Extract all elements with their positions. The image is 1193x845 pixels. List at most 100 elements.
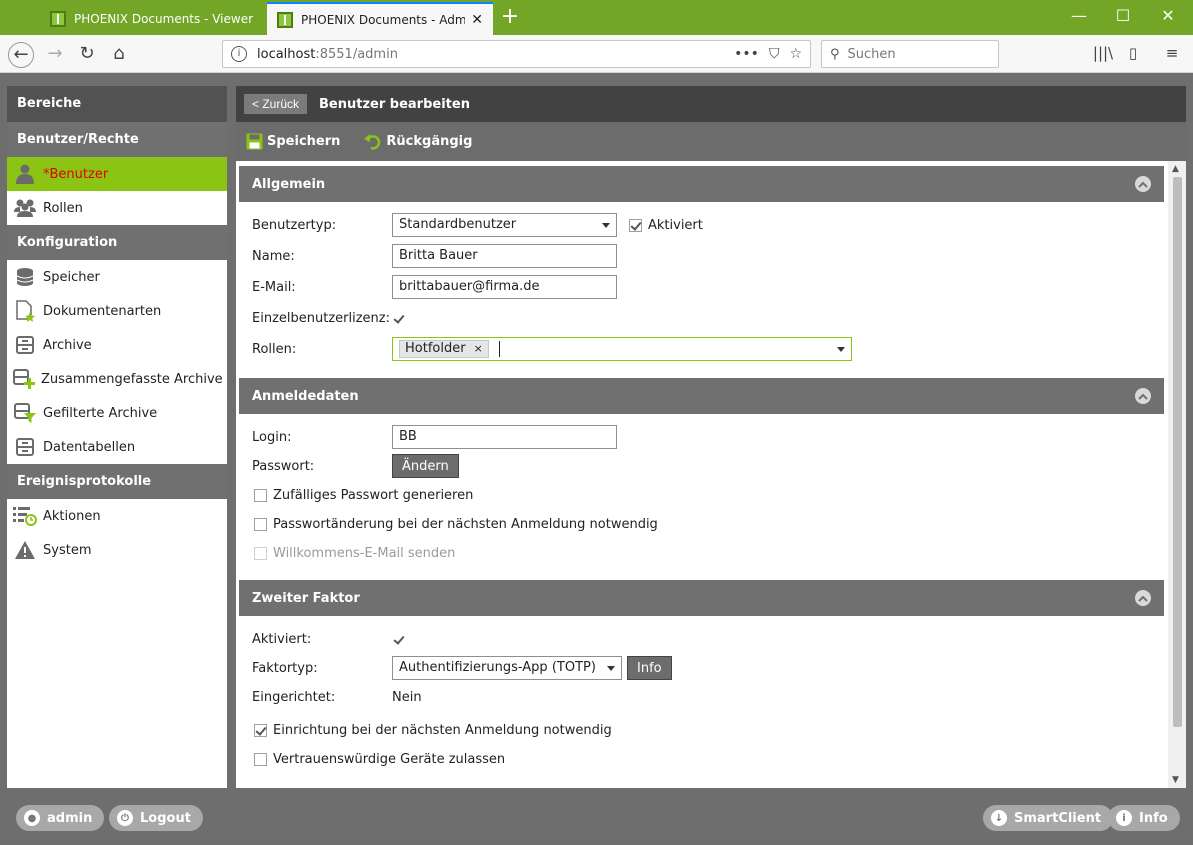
chevron-up-icon[interactable] <box>1135 590 1151 606</box>
back-button[interactable]: < Zurück <box>244 94 308 114</box>
row-email: E-Mail: brittabauer@firma.de <box>252 275 617 299</box>
minimize-icon[interactable]: — <box>1064 6 1094 25</box>
sidebar-item-datentabellen[interactable]: Datentabellen <box>7 430 227 464</box>
setup-next-checkbox[interactable] <box>254 723 267 737</box>
name-field[interactable]: Britta Bauer <box>392 244 617 268</box>
sidebar-item-archive[interactable]: Archive <box>7 328 227 362</box>
smartclient-label: SmartClient <box>1014 810 1102 826</box>
tab-title: PHOENIX Documents - Viewer <box>74 11 254 26</box>
pocket-icon[interactable]: ⛉ <box>769 46 780 62</box>
row-setup-next[interactable]: Einrichtung bei der nächsten Anmeldung n… <box>254 718 612 742</box>
scrollbar-thumb[interactable] <box>1173 177 1182 727</box>
page-title: Benutzer bearbeiten <box>319 96 470 112</box>
random-pw-checkbox[interactable] <box>254 488 267 502</box>
info-footer-button[interactable]: i Info <box>1108 805 1180 831</box>
row-welcome-mail: Willkommens-E-Mail senden <box>254 541 455 565</box>
section-title: Allgemein <box>252 176 326 192</box>
sidebar-item-system[interactable]: System <box>7 533 227 567</box>
scroll-down-icon[interactable]: ▼ <box>1172 775 1179 785</box>
change-password-button[interactable]: Ändern <box>392 454 459 478</box>
trusted-devices-checkbox[interactable] <box>254 752 267 766</box>
close-tab-icon[interactable]: ✕ <box>471 12 483 28</box>
activated-checkbox[interactable] <box>629 218 642 232</box>
sidebar-item-speicher[interactable]: Speicher <box>7 260 227 294</box>
section-header[interactable]: Allgemein <box>239 166 1164 202</box>
url-text[interactable]: localhost:8551/admin <box>257 47 724 62</box>
save-button[interactable]: Speichern <box>246 133 340 150</box>
activated-label: Aktiviert <box>648 217 703 233</box>
tab-admin[interactable]: PHOENIX Documents - Admin ✕ <box>267 2 493 35</box>
login-label: Login: <box>252 429 292 445</box>
row-pw-change[interactable]: Passwortänderung bei der nächsten Anmeld… <box>254 512 658 536</box>
smartclient-button[interactable]: ↓ SmartClient <box>983 805 1114 831</box>
dropdown-arrow-icon <box>607 666 615 671</box>
row-random-pw[interactable]: Zufälliges Passwort generieren <box>254 483 473 507</box>
tab-viewer[interactable]: PHOENIX Documents - Viewer <box>40 2 266 35</box>
section-header[interactable]: Zweiter Faktor <box>239 580 1164 616</box>
sidebar-item-dokumentenarten[interactable]: Dokumentenarten <box>7 294 227 328</box>
welcome-mail-label: Willkommens-E-Mail senden <box>273 545 456 561</box>
section-header[interactable]: Anmeldedaten <box>239 378 1164 414</box>
phoenix-favicon-icon <box>50 10 66 27</box>
factor-type-select[interactable]: Authentifizierungs-App (TOTP) <box>392 656 622 680</box>
archive-filter-icon <box>13 402 37 424</box>
sidebar-item-benutzer[interactable]: *Benutzer <box>7 157 227 191</box>
usertype-select[interactable]: Standardbenutzer <box>392 213 617 237</box>
site-info-icon[interactable]: i <box>231 46 247 62</box>
save-icon <box>246 133 263 150</box>
url-bar[interactable]: i localhost:8551/admin ••• ⛉ ☆ <box>222 40 811 68</box>
remove-tag-icon[interactable]: × <box>474 341 483 357</box>
trusted-devices-label: Vertrauenswürdige Geräte zulassen <box>273 751 506 767</box>
forward-arrow-icon[interactable]: → <box>42 42 68 68</box>
info-button[interactable]: Info <box>627 656 672 680</box>
close-window-icon[interactable]: ✕ <box>1153 6 1183 25</box>
user-button[interactable]: ● admin <box>16 805 105 831</box>
sidebar-item-label: Archive <box>43 337 92 353</box>
reload-icon[interactable]: ↻ <box>74 42 100 68</box>
bookmark-star-icon[interactable]: ☆ <box>789 46 802 62</box>
home-icon[interactable]: ⌂ <box>106 42 132 68</box>
menu-hamburger-icon[interactable]: ≡ <box>1161 44 1183 62</box>
roles-label: Rollen: <box>252 341 297 357</box>
activated-checkbox-wrap[interactable]: Aktiviert <box>629 218 703 233</box>
sidebar-item-zusammengefasste-archive[interactable]: Zusammengefasste Archive <box>7 362 227 396</box>
back-arrow-icon[interactable]: ← <box>8 42 34 68</box>
info-label: Info <box>1139 810 1168 826</box>
page-actions-icon[interactable]: ••• <box>734 46 759 62</box>
setup-value: Nein <box>392 689 422 705</box>
vertical-scrollbar[interactable]: ▲ ▼ <box>1168 161 1186 788</box>
search-bar[interactable]: ⚲ Suchen <box>821 40 999 68</box>
pw-change-checkbox[interactable] <box>254 517 267 531</box>
undo-icon <box>364 134 381 150</box>
sidebar-item-aktionen[interactable]: Aktionen <box>7 499 227 533</box>
sidebar-item-label: Rollen <box>43 200 83 216</box>
logout-button[interactable]: ⏻ Logout <box>109 805 203 831</box>
sidebar-item-gefilterte-archive[interactable]: Gefilterte Archive <box>7 396 227 430</box>
maximize-icon[interactable]: ☐ <box>1108 6 1138 25</box>
library-icon[interactable]: |||\ <box>1092 44 1114 62</box>
password-label: Passwort: <box>252 458 315 474</box>
chevron-up-icon[interactable] <box>1135 388 1151 404</box>
setup-next-label: Einrichtung bei der nächsten Anmeldung n… <box>273 722 612 738</box>
section-title: Zweiter Faktor <box>252 590 360 606</box>
roles-multiselect[interactable]: Hotfolder × <box>392 337 852 361</box>
main-header: < Zurück Benutzer bearbeiten <box>236 86 1186 122</box>
logout-label: Logout <box>140 810 191 826</box>
login-field[interactable]: BB <box>392 425 617 449</box>
browser-titlebar: PHOENIX Documents - Viewer PHOENIX Docum… <box>0 0 1193 35</box>
section-allgemein: Allgemein <box>239 166 1164 202</box>
row-trusted-devices[interactable]: Vertrauenswürdige Geräte zulassen <box>254 747 505 771</box>
welcome-mail-checkbox <box>254 546 267 560</box>
license-checkbox[interactable] <box>392 311 405 325</box>
chevron-up-icon[interactable] <box>1135 176 1151 192</box>
2fa-activated-checkbox[interactable] <box>392 632 405 646</box>
new-tab-icon[interactable]: + <box>497 4 523 29</box>
scroll-up-icon[interactable]: ▲ <box>1172 164 1179 174</box>
sidebar-toggle-icon[interactable]: ▯ <box>1122 44 1144 62</box>
sidebar-item-rollen[interactable]: Rollen <box>7 191 227 225</box>
user-icon <box>13 163 37 185</box>
factor-type-value: Authentifizierungs-App (TOTP) <box>399 660 596 675</box>
undo-button[interactable]: Rückgängig <box>364 133 472 150</box>
email-field[interactable]: brittabauer@firma.de <box>392 275 617 299</box>
section-title: Anmeldedaten <box>252 388 359 404</box>
